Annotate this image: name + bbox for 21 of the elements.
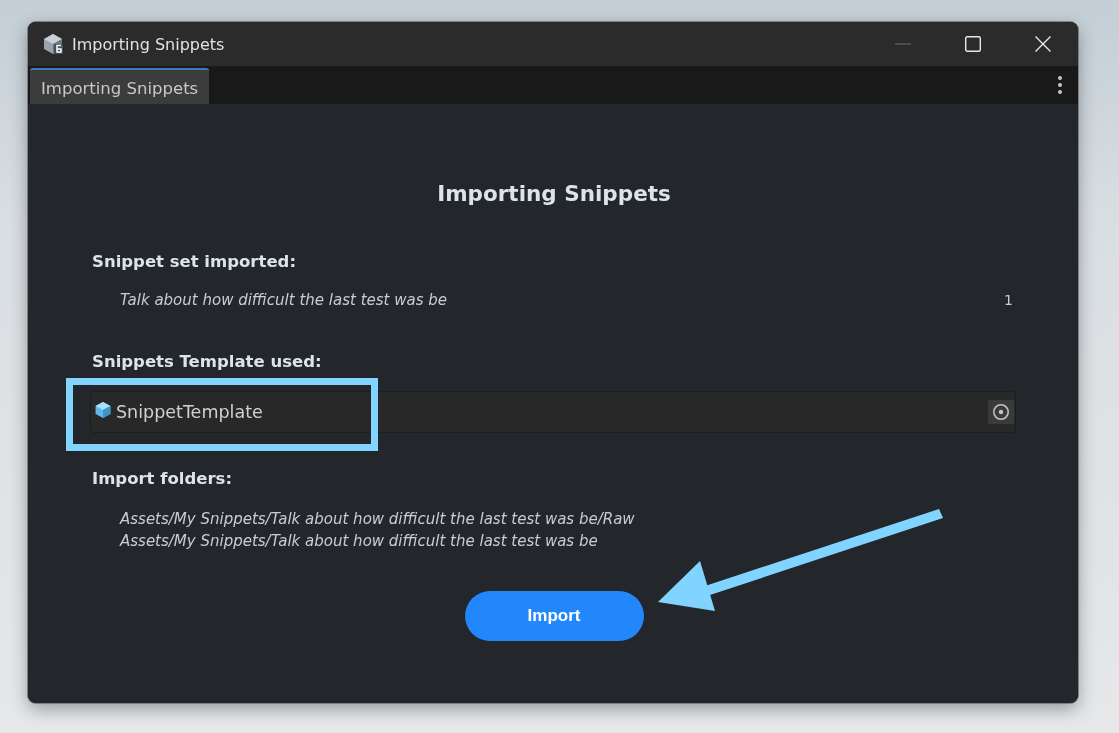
import-button[interactable]: Import — [464, 591, 644, 641]
section-label: Snippet set imported: — [92, 251, 296, 273]
cube-icon — [95, 402, 111, 418]
cube-icon — [42, 33, 64, 55]
folder-path: Assets/My Snippets/Talk about how difficult the last test was be/Raw — [120, 509, 635, 530]
object-field[interactable]: SnippetTemplate — [90, 391, 1016, 433]
dialog-heading: Importing Snippets — [437, 180, 671, 208]
more-menu-icon[interactable] — [1056, 76, 1064, 94]
snippet-set-name: Talk about how difficult the last test was be — [120, 291, 448, 309]
field-value: SnippetTemplate — [116, 402, 264, 422]
tab[interactable]: Importing Snippets — [30, 68, 210, 104]
folder-path: Assets/My Snippets/Talk about how difficult the last test was be — [120, 531, 598, 552]
window-title: Importing Snippets — [72, 34, 226, 54]
section-label: Import folders: — [92, 468, 232, 490]
minimize-icon — [895, 43, 911, 45]
target-icon — [993, 404, 1009, 420]
section-label: Snippets Template used: — [92, 351, 322, 373]
snippet-count: 1 — [1004, 292, 1014, 308]
maximize-icon — [965, 36, 981, 52]
object-picker-button[interactable] — [988, 400, 1014, 424]
close-icon — [1035, 36, 1051, 52]
